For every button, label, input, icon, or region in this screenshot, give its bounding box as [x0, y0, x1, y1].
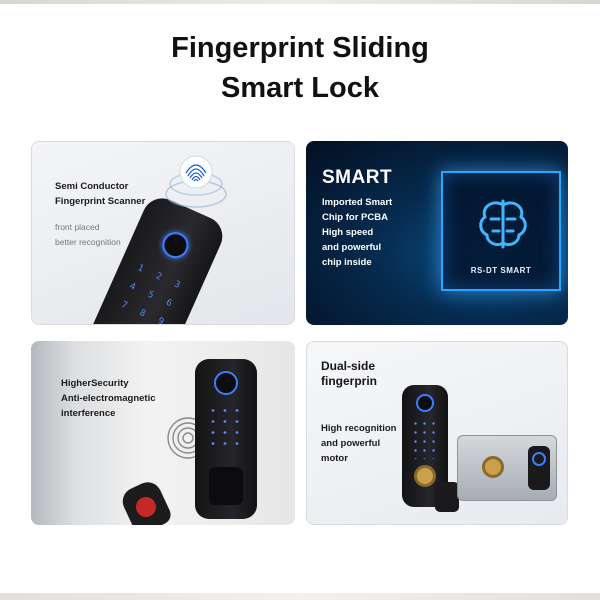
keypad-key: 9: [156, 316, 166, 325]
panel1-sub-1: front placed: [55, 222, 100, 232]
keypad-key: 8: [137, 307, 147, 320]
chip-label: RS-DT SMART: [470, 266, 532, 275]
key-cylinder-icon: [482, 456, 504, 478]
outer-fingerprint-module: [528, 446, 550, 490]
panel-dual-side: Dual-side fingerprin High recognition an…: [306, 341, 568, 525]
panel-smart-chip: SMART Imported Smart Chip for PCBA High …: [306, 141, 568, 325]
door-frame: [31, 341, 71, 525]
key-fob-image: [118, 477, 174, 525]
panel4-line-3: motor: [321, 453, 348, 464]
keypad-grid: [207, 405, 245, 449]
panel1-sub-2: better recognition: [55, 237, 121, 247]
panel1-heading-1: Semi Conductor: [55, 181, 129, 192]
panel4-heading-2: fingerprin: [321, 374, 377, 388]
panel3-line-2: Anti-electromagnetic: [61, 393, 156, 404]
panel4-line-2: and powerful: [321, 438, 381, 449]
key-cylinder-icon: [414, 465, 436, 487]
panel4-line-1: High recognition: [321, 423, 397, 434]
fingerprint-sensor-icon: [532, 452, 546, 466]
chip-graphic: RS-DT SMART: [441, 171, 561, 291]
keypad-key: 4: [127, 281, 137, 293]
fingerprint-sensor-icon: [214, 371, 238, 395]
panel2-line-2: Chip for PCBA: [322, 212, 388, 223]
panel2-heading: SMART: [322, 167, 393, 188]
keypad-key: 3: [172, 279, 182, 291]
slide-cover: [209, 467, 243, 505]
keypad-key: 1: [135, 263, 145, 275]
panel2-line-4: and powerful: [322, 242, 382, 253]
smart-lock-image: [195, 359, 257, 519]
panel2-line-1: Imported Smart: [322, 197, 393, 208]
panel-security: HigherSecurity Anti-electromagnetic inte…: [31, 341, 295, 525]
keypad-grid: [411, 419, 439, 459]
page-title: Fingerprint Sliding Smart Lock: [0, 28, 600, 108]
bottom-decor-strip: [0, 593, 600, 600]
inner-handle-image: [435, 482, 459, 512]
panel3-line-1: HigherSecurity: [61, 378, 129, 389]
panel4-heading-1: Dual-side: [321, 359, 376, 373]
brain-icon: [479, 199, 527, 249]
title-line-1: Fingerprint Sliding: [171, 32, 429, 64]
keypad-key: 7: [119, 299, 129, 312]
panel2-line-3: High speed: [322, 227, 374, 238]
rim-lock-box-image: [457, 435, 557, 501]
blocked-icon: [132, 493, 160, 521]
keypad-key: 2: [154, 271, 164, 283]
fingerprint-icon: [165, 155, 227, 208]
keypad-key: 5: [146, 289, 156, 302]
fingerprint-sensor-icon: [158, 227, 193, 263]
title-line-2: Smart Lock: [221, 72, 379, 104]
panel1-heading-2: Fingerprint Scanner: [55, 196, 146, 207]
fingerprint-sensor-icon: [416, 394, 434, 412]
panel-fingerprint-scanner: Semi Conductor Fingerprint Scanner front…: [31, 141, 295, 325]
keypad-key: 6: [164, 297, 174, 310]
panel2-line-5: chip inside: [322, 257, 372, 268]
panel3-line-3: interference: [61, 408, 116, 419]
top-decor-strip: [0, 0, 600, 4]
